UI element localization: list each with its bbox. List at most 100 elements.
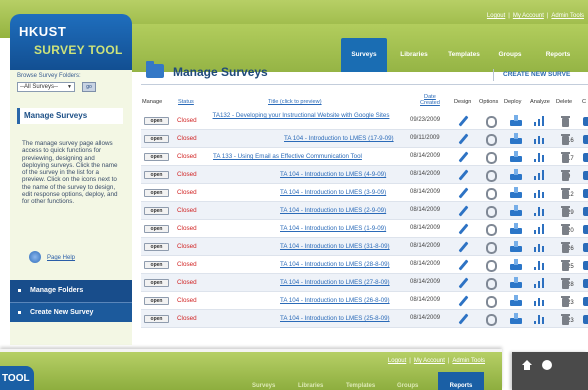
- help-icon[interactable]: [29, 251, 41, 263]
- trash-icon[interactable]: [561, 241, 570, 253]
- pencil-icon[interactable]: [457, 295, 469, 307]
- admin-tools-link[interactable]: Admin Tools: [551, 13, 584, 19]
- bar-chart-icon[interactable]: [534, 313, 546, 325]
- app-logo[interactable]: HKUST SURVEY TOOL: [10, 14, 132, 70]
- pencil-icon[interactable]: [457, 277, 469, 289]
- tab-libraries[interactable]: Libraries: [392, 38, 436, 72]
- trash-icon[interactable]: [561, 205, 570, 217]
- gear-icon[interactable]: [484, 151, 497, 164]
- tab-templates[interactable]: Templates: [346, 383, 375, 389]
- create-new-survey-button[interactable]: Create New Survey: [10, 302, 132, 322]
- open-button[interactable]: open: [144, 153, 169, 161]
- tab-templates[interactable]: Templates: [440, 38, 488, 72]
- survey-title-link[interactable]: TA 104 - Introduction to LMES (31-8-09): [280, 243, 390, 250]
- clip-icon[interactable]: [583, 187, 588, 199]
- bar-chart-icon[interactable]: [534, 241, 546, 253]
- trash-icon[interactable]: [561, 259, 570, 271]
- tray-icon[interactable]: [509, 187, 523, 199]
- bar-chart-icon[interactable]: [534, 151, 546, 163]
- open-button[interactable]: open: [144, 243, 169, 251]
- clip-icon[interactable]: [583, 169, 588, 181]
- trash-icon[interactable]: [561, 295, 570, 307]
- open-button[interactable]: open: [144, 297, 169, 305]
- my-account-link[interactable]: My Account: [513, 13, 544, 19]
- tray-icon[interactable]: [509, 115, 523, 127]
- gear-icon[interactable]: [484, 313, 497, 326]
- gear-icon[interactable]: [484, 295, 497, 308]
- trash-icon[interactable]: [561, 115, 570, 127]
- survey-title-link[interactable]: TA 104 - Introduction to LMES (25-8-09): [280, 315, 390, 322]
- bar-chart-icon[interactable]: [534, 223, 546, 235]
- logout-link[interactable]: Logout: [487, 13, 505, 19]
- clip-icon[interactable]: [583, 223, 588, 235]
- go-button[interactable]: go: [82, 82, 96, 92]
- trash-icon[interactable]: [561, 169, 570, 181]
- trash-icon[interactable]: [561, 187, 570, 199]
- clip-icon[interactable]: [583, 259, 588, 271]
- tray-icon[interactable]: [509, 133, 523, 145]
- survey-title-link[interactable]: TA 104 - Introduction to LMES (3-9-09): [280, 189, 386, 196]
- open-button[interactable]: open: [144, 135, 169, 143]
- tray-icon[interactable]: [509, 205, 523, 217]
- pencil-icon[interactable]: [457, 115, 469, 127]
- survey-title-link[interactable]: TA 104 - Introduction to LMES (27-8-09): [280, 279, 390, 286]
- bar-chart-icon[interactable]: [534, 259, 546, 271]
- survey-title-link[interactable]: TA 104 - Introduction to LMES (1-9-09): [280, 225, 386, 232]
- clip-icon[interactable]: [583, 133, 588, 145]
- tray-icon[interactable]: [509, 277, 523, 289]
- bar-chart-icon[interactable]: [534, 187, 546, 199]
- tray-icon[interactable]: [509, 223, 523, 235]
- clip-icon[interactable]: [583, 115, 588, 127]
- bar-chart-icon[interactable]: [534, 133, 546, 145]
- open-button[interactable]: open: [144, 315, 169, 323]
- pencil-icon[interactable]: [457, 187, 469, 199]
- gear-icon[interactable]: [484, 241, 497, 254]
- gear-icon[interactable]: [484, 133, 497, 146]
- survey-title-link[interactable]: TA132 - Developing your Instructional We…: [204, 112, 398, 119]
- manage-folders-button[interactable]: Manage Folders: [10, 280, 132, 302]
- col-status[interactable]: Status: [178, 99, 194, 105]
- tab-surveys[interactable]: Surveys: [252, 383, 275, 389]
- survey-title-link[interactable]: TA 104 - Introduction to LMES (17-9-09): [284, 135, 394, 142]
- pencil-icon[interactable]: [457, 169, 469, 181]
- open-button[interactable]: open: [144, 261, 169, 269]
- open-button[interactable]: open: [144, 225, 169, 233]
- gear-icon[interactable]: [484, 169, 497, 182]
- bar-chart-icon[interactable]: [534, 115, 546, 127]
- bar-chart-icon[interactable]: [534, 205, 546, 217]
- clip-icon[interactable]: [583, 151, 588, 163]
- gear-icon[interactable]: [484, 277, 497, 290]
- clip-icon[interactable]: [583, 205, 588, 217]
- tab-libraries[interactable]: Libraries: [298, 383, 323, 389]
- bar-chart-icon[interactable]: [534, 277, 546, 289]
- gear-icon[interactable]: [484, 205, 497, 218]
- gear-icon[interactable]: [484, 223, 497, 236]
- open-button[interactable]: open: [144, 279, 169, 287]
- gear-icon[interactable]: [484, 187, 497, 200]
- survey-title-link[interactable]: TA 133 - Using Email as Effective Commun…: [213, 153, 362, 160]
- survey-title-link[interactable]: TA 104 - Introduction to LMES (4-9-09): [280, 171, 386, 178]
- folder-select[interactable]: --All Surveys-- ▼: [17, 82, 75, 92]
- tab-surveys[interactable]: Surveys: [341, 38, 387, 72]
- tab-reports[interactable]: Reports: [438, 372, 484, 390]
- background-window[interactable]: TOOL Logout | My Account | Admin Tools Surve…: [0, 349, 502, 390]
- open-button[interactable]: open: [144, 189, 169, 197]
- pencil-icon[interactable]: [457, 133, 469, 145]
- tray-icon[interactable]: [509, 295, 523, 307]
- globe-icon[interactable]: [542, 360, 552, 370]
- bar-chart-icon[interactable]: [534, 295, 546, 307]
- page-help-link[interactable]: Page Help: [47, 255, 75, 261]
- survey-title-link[interactable]: TA 104 - Introduction to LMES (26-8-09): [280, 297, 390, 304]
- bar-chart-icon[interactable]: [534, 169, 546, 181]
- trash-icon[interactable]: [561, 223, 570, 235]
- gear-icon[interactable]: [484, 115, 497, 128]
- tray-icon[interactable]: [509, 259, 523, 271]
- pencil-icon[interactable]: [457, 223, 469, 235]
- tray-icon[interactable]: [509, 241, 523, 253]
- clip-icon[interactable]: [583, 241, 588, 253]
- background-window-right[interactable]: [512, 352, 588, 390]
- admin-tools-link[interactable]: Admin Tools: [452, 358, 485, 364]
- pencil-icon[interactable]: [457, 313, 469, 325]
- home-icon[interactable]: [522, 360, 532, 370]
- pencil-icon[interactable]: [457, 151, 469, 163]
